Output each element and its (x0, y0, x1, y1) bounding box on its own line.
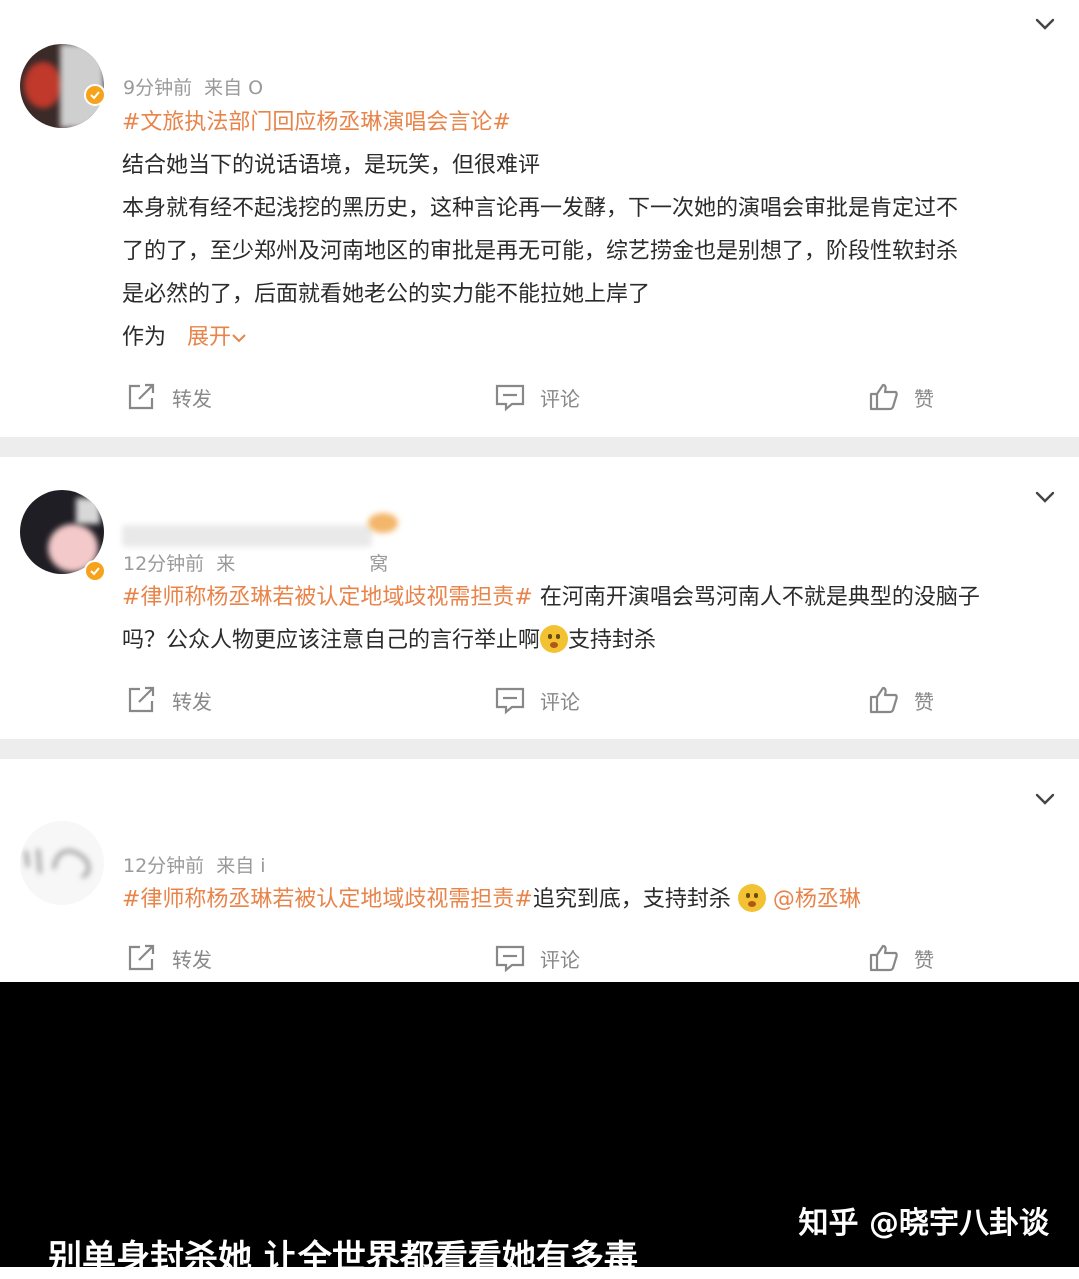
hashtag-link[interactable]: #律师称杨丞琳若被认定地域歧视需担责# (122, 887, 533, 912)
action-bar: 转发 评论 赞 (0, 382, 1079, 422)
comment-card: 12分钟前来窝 #律师称杨丞琳若被认定地域歧视需担责# 在河南开演唱会骂河南人不… (0, 457, 1079, 737)
source: 来自 O (204, 77, 264, 99)
blurred-username (122, 525, 372, 547)
chevron-down-icon[interactable] (1033, 12, 1057, 36)
truncated-text: 作为 (122, 325, 167, 350)
comment-label: 评论 (540, 947, 580, 972)
comment-label: 评论 (540, 689, 580, 714)
avatar[interactable] (20, 821, 104, 905)
source: 来自 i (216, 855, 266, 877)
repost-label: 转发 (172, 947, 212, 972)
body-line: 在河南开演唱会骂河南人不就是典型的没脑子 (532, 585, 980, 610)
comment-meta: 9分钟前 来自 O (123, 73, 275, 100)
blurred-icon (368, 513, 398, 533)
repost-icon (128, 944, 155, 971)
watermark: 知乎 @晓宇八卦谈 (798, 1206, 1049, 1241)
action-bar: 转发 评论 赞 (0, 685, 1079, 725)
comment-label: 评论 (540, 386, 580, 411)
verified-badge-icon (84, 84, 106, 106)
like-icon (869, 944, 898, 972)
comment-feed: 9分钟前 来自 O #文旅执法部门回应杨丞琳演唱会言论# 结合她当下的说话语境，是… (0, 0, 1079, 982)
timestamp: 12分钟前 (123, 855, 205, 877)
comment-button[interactable]: 评论 (494, 382, 580, 412)
comment-icon (495, 384, 525, 412)
like-label: 赞 (914, 947, 934, 972)
separator (0, 739, 1079, 759)
repost-icon (128, 383, 155, 410)
comment-meta: 12分钟前 来自 i (123, 851, 278, 878)
comment-icon (495, 945, 525, 973)
expand-link[interactable]: 展开 (187, 325, 247, 350)
body-line: 本身就有经不起浅挖的黑历史，这种言论再一发酵，下一次她的演唱会审批是肯定过不 (122, 196, 959, 221)
comment-button[interactable]: 评论 (494, 685, 580, 715)
hashtag-link[interactable]: #律师称杨丞琳若被认定地域歧视需担责# (122, 585, 533, 610)
chevron-down-icon[interactable] (1033, 485, 1057, 509)
like-button[interactable]: 赞 (868, 382, 934, 412)
comment-card: 12分钟前 来自 i #律师称杨丞琳若被认定地域歧视需担责#追究到底，支持封杀 @… (0, 759, 1079, 982)
body-line: 了的了，至少郑州及河南地区的审批是再无可能，综艺捞金也是别想了，阶段性软封杀 (122, 239, 959, 264)
emoji-icon (737, 884, 766, 912)
repost-icon (128, 686, 155, 713)
like-icon (869, 686, 898, 714)
body-line: 追究到底，支持封杀 (532, 887, 731, 912)
chevron-down-icon[interactable] (1033, 787, 1057, 811)
timestamp: 12分钟前 (123, 553, 205, 575)
like-label: 赞 (914, 689, 934, 714)
hashtag-link[interactable]: #文旅执法部门回应杨丞琳演唱会言论# (122, 110, 511, 135)
repost-label: 转发 (172, 689, 212, 714)
verified-badge-icon (84, 560, 106, 582)
mention-link[interactable]: @杨丞琳 (773, 887, 861, 912)
like-button[interactable]: 赞 (868, 943, 934, 973)
like-label: 赞 (914, 386, 934, 411)
video-subtitle: 别单身封杀她 让全世界都看看她有多毒 (48, 1238, 638, 1278)
comment-card: 9分钟前 来自 O #文旅执法部门回应杨丞琳演唱会言论# 结合她当下的说话语境，是… (0, 0, 1079, 435)
body-line: 结合她当下的说话语境，是玩笑，但很难评 (122, 153, 541, 178)
comment-icon (495, 687, 525, 715)
body-line: 是必然的了，后面就看她老公的实力能不能拉她上岸了 (122, 282, 651, 307)
body-line: 支持封杀 (568, 628, 657, 653)
timestamp: 9分钟前 (123, 77, 193, 99)
body-line: 吗？公众人物更应该注意自己的言行举止啊 (122, 628, 541, 653)
source: 来 (216, 553, 236, 575)
separator (0, 437, 1079, 457)
like-icon (869, 383, 898, 411)
action-bar: 转发 评论 赞 (0, 943, 1079, 983)
like-button[interactable]: 赞 (868, 685, 934, 715)
comment-body: #律师称杨丞琳若被认定地域歧视需担责# 在河南开演唱会骂河南人不就是典型的没脑子… (122, 576, 1043, 662)
comment-meta: 12分钟前来窝 (123, 553, 389, 575)
repost-button[interactable]: 转发 (126, 943, 212, 973)
repost-button[interactable]: 转发 (126, 685, 212, 715)
comment-button[interactable]: 评论 (494, 943, 580, 973)
emoji-icon (540, 625, 569, 653)
comment-body: #律师称杨丞琳若被认定地域歧视需担责#追究到底，支持封杀 @杨丞琳 (122, 878, 1043, 921)
chevron-down-icon (232, 334, 246, 343)
repost-label: 转发 (172, 386, 212, 411)
comment-body: #文旅执法部门回应杨丞琳演唱会言论# 结合她当下的说话语境，是玩笑，但很难评 本… (122, 101, 1043, 359)
repost-button[interactable]: 转发 (126, 382, 212, 412)
